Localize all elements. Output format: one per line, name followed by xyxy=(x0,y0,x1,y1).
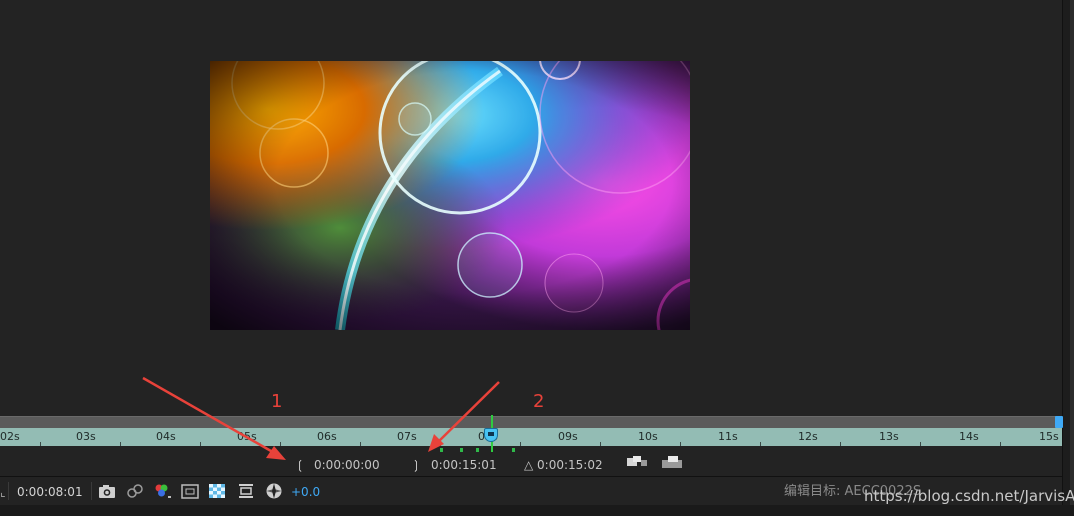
work-area-bar[interactable] xyxy=(0,416,1062,428)
after-effects-composition-panel: 02s 03s 04s 05s 06s 07s 08s 09s 10s 11s … xyxy=(0,0,1074,516)
ruler-tick xyxy=(520,442,521,446)
ruler-tick xyxy=(40,442,41,446)
ruler-tick xyxy=(840,442,841,446)
ruler-label: 13s xyxy=(879,430,899,443)
transparency-grid-icon[interactable] xyxy=(207,482,227,500)
ruler-tick xyxy=(120,442,121,446)
annotation-label-2: 2 xyxy=(533,391,545,412)
panel-bottom-border xyxy=(0,505,1074,516)
range-duration[interactable]: △ 0:00:15:02 xyxy=(524,458,603,472)
ruler-tick xyxy=(440,442,441,446)
ruler-label: 03s xyxy=(76,430,96,443)
in-point-bracket-icon[interactable]: ❲ xyxy=(295,458,305,472)
camera-icon[interactable] xyxy=(97,482,117,500)
ruler-label: 11s xyxy=(718,430,738,443)
range-end-time[interactable]: 0:00:15:01 xyxy=(431,458,497,472)
set-out-point-button[interactable] xyxy=(662,456,684,468)
range-start-time[interactable]: 0:00:00:00 xyxy=(314,458,380,472)
preview-image xyxy=(210,61,690,330)
ruler-label: 09s xyxy=(558,430,578,443)
ruler-tick xyxy=(600,442,601,446)
show-snapshot-icon[interactable] xyxy=(125,482,145,500)
out-point-bracket-icon[interactable]: ❳ xyxy=(411,458,421,472)
panel-scroll-edge xyxy=(1062,0,1074,516)
ruler-label: 10s xyxy=(638,430,658,443)
ruler-tick xyxy=(360,442,361,446)
work-area-end-handle[interactable] xyxy=(1055,416,1063,428)
ruler-label: 05s xyxy=(237,430,257,443)
toolbar-separator xyxy=(91,482,92,500)
toolbar-separator xyxy=(8,482,9,500)
toolbar-left-glyph: ⌞ xyxy=(0,485,6,499)
exposure-value[interactable]: +0.0 xyxy=(291,485,320,499)
current-time-indicator-head[interactable] xyxy=(484,428,498,442)
reset-exposure-icon[interactable] xyxy=(264,482,284,500)
composition-viewer[interactable] xyxy=(210,61,690,330)
annotation-label-1: 1 xyxy=(271,391,283,412)
region-of-interest-icon[interactable] xyxy=(180,482,200,500)
ruler-tick xyxy=(680,442,681,446)
fit-to-frame-icon[interactable] xyxy=(236,482,256,500)
ruler-tick xyxy=(200,442,201,446)
ruler-label: 12s xyxy=(798,430,818,443)
ruler-label: 06s xyxy=(317,430,337,443)
channel-icon[interactable] xyxy=(152,482,172,500)
watermark-url: https://blog.csdn.net/JarvisAI xyxy=(864,487,1074,505)
set-in-point-button[interactable] xyxy=(627,456,649,468)
ruler-tick xyxy=(280,442,281,446)
ruler-tick xyxy=(920,442,921,446)
ruler-label: 02s xyxy=(0,430,20,443)
ruler-label: 07s xyxy=(397,430,417,443)
ruler-label: 14s xyxy=(959,430,979,443)
current-time-display[interactable]: 0:00:08:01 xyxy=(17,485,83,499)
ruler-tick xyxy=(760,442,761,446)
ruler-label: 04s xyxy=(156,430,176,443)
ruler-label: 15s xyxy=(1039,430,1059,443)
ruler-tick xyxy=(1000,442,1001,446)
